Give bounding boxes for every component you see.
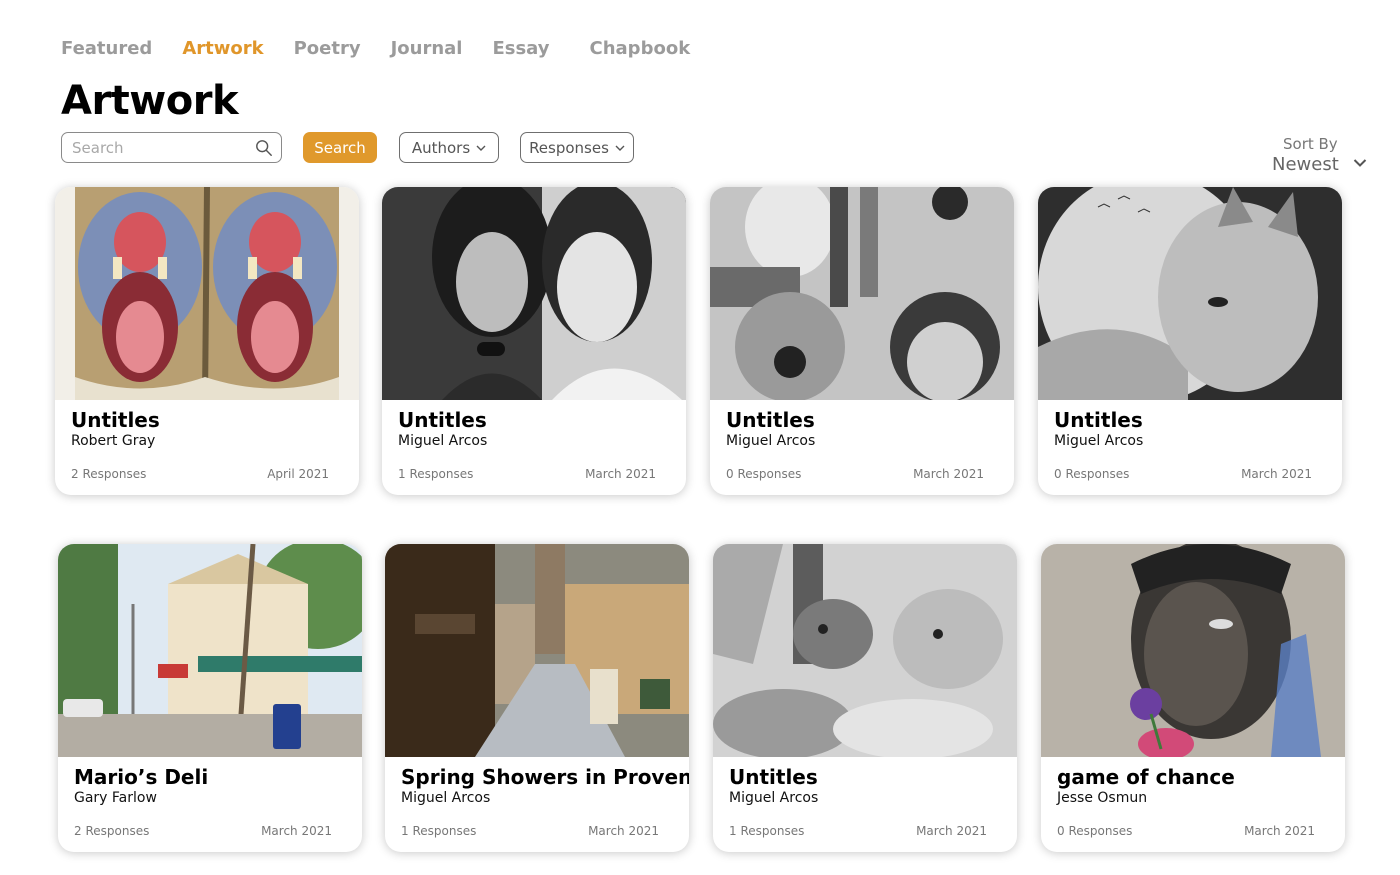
- card-responses: 1 Responses: [398, 467, 474, 481]
- artwork-card[interactable]: Mario’s Deli Gary Farlow 2 Responses Mar…: [58, 544, 362, 852]
- tab-essay[interactable]: Essay: [492, 38, 549, 59]
- card-date: March 2021: [916, 824, 987, 838]
- tab-journal[interactable]: Journal: [391, 38, 463, 59]
- card-title[interactable]: Untitles: [1054, 408, 1322, 432]
- tab-artwork[interactable]: Artwork: [182, 38, 263, 59]
- section-nav: Featured Artwork Poetry Journal Essay Ch…: [61, 38, 720, 59]
- card-date: March 2021: [913, 467, 984, 481]
- artwork-image-deli[interactable]: [58, 544, 362, 757]
- responses-dropdown-label: Responses: [529, 138, 609, 157]
- artwork-card[interactable]: Untitles Robert Gray 2 Responses April 2…: [55, 187, 359, 495]
- card-date: March 2021: [585, 467, 656, 481]
- card-title[interactable]: game of chance: [1057, 765, 1325, 789]
- card-responses: 1 Responses: [401, 824, 477, 838]
- card-date: March 2021: [588, 824, 659, 838]
- card-title[interactable]: Untitles: [71, 408, 339, 432]
- tab-chapbook[interactable]: Chapbook: [590, 38, 691, 59]
- artwork-image-lynx[interactable]: [1038, 187, 1342, 400]
- card-responses: 0 Responses: [726, 467, 802, 481]
- search-button[interactable]: Search: [303, 132, 377, 163]
- artwork-card[interactable]: Spring Showers in Provence Miguel Arcos …: [385, 544, 689, 852]
- card-author[interactable]: Jesse Osmun: [1057, 790, 1325, 806]
- tab-poetry[interactable]: Poetry: [294, 38, 361, 59]
- chevron-down-icon: [476, 145, 486, 151]
- card-author[interactable]: Miguel Arcos: [398, 433, 666, 449]
- artwork-card[interactable]: Untitles Miguel Arcos 1 Responses March …: [713, 544, 1017, 852]
- card-responses: 0 Responses: [1054, 467, 1130, 481]
- sort-label: Sort By: [1283, 135, 1338, 153]
- artwork-image-faces-collage[interactable]: [710, 187, 1014, 400]
- card-author[interactable]: Miguel Arcos: [401, 790, 669, 806]
- artwork-image-deer[interactable]: [713, 544, 1017, 757]
- card-responses: 0 Responses: [1057, 824, 1133, 838]
- sort-select[interactable]: Newest: [1272, 154, 1339, 175]
- card-title[interactable]: Untitles: [398, 408, 666, 432]
- artwork-card[interactable]: Untitles Miguel Arcos 1 Responses March …: [382, 187, 686, 495]
- tab-featured[interactable]: Featured: [61, 38, 152, 59]
- search-input[interactable]: [72, 138, 255, 157]
- chevron-down-icon: [615, 145, 625, 151]
- search-icon[interactable]: [255, 139, 273, 157]
- card-responses: 1 Responses: [729, 824, 805, 838]
- artwork-image-provence[interactable]: [385, 544, 689, 757]
- artwork-image-baboon[interactable]: [55, 187, 359, 400]
- authors-dropdown[interactable]: Authors: [399, 132, 499, 163]
- card-author[interactable]: Miguel Arcos: [729, 790, 997, 806]
- card-responses: 2 Responses: [74, 824, 150, 838]
- card-title[interactable]: Spring Showers in Provence: [401, 765, 689, 789]
- search-field[interactable]: [61, 132, 282, 163]
- artwork-card[interactable]: Untitles Miguel Arcos 0 Responses March …: [710, 187, 1014, 495]
- artwork-card[interactable]: Untitles Miguel Arcos 0 Responses March …: [1038, 187, 1342, 495]
- artwork-card[interactable]: game of chance Jesse Osmun 0 Responses M…: [1041, 544, 1345, 852]
- card-author[interactable]: Gary Farlow: [74, 790, 342, 806]
- authors-dropdown-label: Authors: [411, 138, 471, 157]
- card-title[interactable]: Untitles: [726, 408, 994, 432]
- artwork-image-two-women[interactable]: [382, 187, 686, 400]
- card-author[interactable]: Miguel Arcos: [726, 433, 994, 449]
- page-title: Artwork: [61, 78, 239, 124]
- chevron-down-icon[interactable]: [1353, 158, 1367, 168]
- card-responses: 2 Responses: [71, 467, 147, 481]
- card-title[interactable]: Untitles: [729, 765, 997, 789]
- artwork-image-portrait[interactable]: [1041, 544, 1345, 757]
- responses-dropdown[interactable]: Responses: [520, 132, 634, 163]
- card-author[interactable]: Miguel Arcos: [1054, 433, 1322, 449]
- card-date: April 2021: [267, 467, 329, 481]
- card-author[interactable]: Robert Gray: [71, 433, 339, 449]
- card-date: March 2021: [1244, 824, 1315, 838]
- card-title[interactable]: Mario’s Deli: [74, 765, 342, 789]
- card-date: March 2021: [1241, 467, 1312, 481]
- card-date: March 2021: [261, 824, 332, 838]
